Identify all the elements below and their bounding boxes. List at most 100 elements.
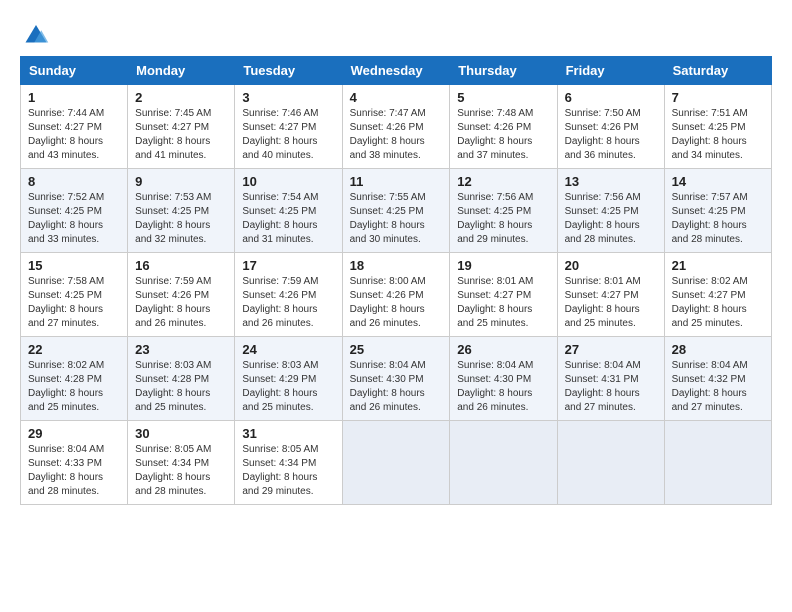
calendar-cell: [450, 421, 557, 505]
calendar-cell: 27 Sunrise: 8:04 AMSunset: 4:31 PMDayligh…: [557, 337, 664, 421]
day-number: 3: [242, 90, 334, 105]
day-detail: Sunrise: 8:05 AMSunset: 4:34 PMDaylight:…: [135, 444, 211, 497]
calendar-cell: 17 Sunrise: 7:59 AMSunset: 4:26 PMDayligh…: [235, 253, 342, 337]
calendar-week-4: 22 Sunrise: 8:02 AMSunset: 4:28 PMDayligh…: [21, 337, 772, 421]
logo: [20, 18, 50, 46]
day-detail: Sunrise: 8:04 AMSunset: 4:33 PMDaylight:…: [28, 444, 104, 497]
calendar-cell: 14 Sunrise: 7:57 AMSunset: 4:25 PMDayligh…: [664, 169, 771, 253]
calendar-cell: [664, 421, 771, 505]
calendar-cell: 16 Sunrise: 7:59 AMSunset: 4:26 PMDayligh…: [128, 253, 235, 337]
day-number: 26: [457, 342, 549, 357]
calendar-cell: [557, 421, 664, 505]
header-thursday: Thursday: [450, 57, 557, 85]
day-number: 9: [135, 174, 227, 189]
header-saturday: Saturday: [664, 57, 771, 85]
day-detail: Sunrise: 7:47 AMSunset: 4:26 PMDaylight:…: [350, 108, 426, 161]
calendar-cell: 2Sunrise: 7:45 AMSunset: 4:27 PMDaylight…: [128, 85, 235, 169]
calendar-cell: 13 Sunrise: 7:56 AMSunset: 4:25 PMDayligh…: [557, 169, 664, 253]
calendar-cell: 23 Sunrise: 8:03 AMSunset: 4:28 PMDayligh…: [128, 337, 235, 421]
calendar-cell: [342, 421, 450, 505]
calendar-cell: 11 Sunrise: 7:55 AMSunset: 4:25 PMDayligh…: [342, 169, 450, 253]
calendar-cell: 26 Sunrise: 8:04 AMSunset: 4:30 PMDayligh…: [450, 337, 557, 421]
day-number: 6: [565, 90, 657, 105]
calendar-cell: 8Sunrise: 7:52 AMSunset: 4:25 PMDaylight…: [21, 169, 128, 253]
logo-icon: [22, 18, 50, 46]
day-detail: Sunrise: 7:56 AMSunset: 4:25 PMDaylight:…: [565, 192, 641, 245]
day-detail: Sunrise: 8:02 AMSunset: 4:27 PMDaylight:…: [672, 276, 748, 329]
day-number: 21: [672, 258, 764, 273]
day-number: 7: [672, 90, 764, 105]
calendar-week-5: 29 Sunrise: 8:04 AMSunset: 4:33 PMDayligh…: [21, 421, 772, 505]
day-number: 30: [135, 426, 227, 441]
day-detail: Sunrise: 8:03 AMSunset: 4:29 PMDaylight:…: [242, 360, 318, 413]
day-number: 5: [457, 90, 549, 105]
day-number: 18: [350, 258, 443, 273]
calendar-week-3: 15 Sunrise: 7:58 AMSunset: 4:25 PMDayligh…: [21, 253, 772, 337]
calendar-week-2: 8Sunrise: 7:52 AMSunset: 4:25 PMDaylight…: [21, 169, 772, 253]
day-number: 23: [135, 342, 227, 357]
calendar-cell: 19 Sunrise: 8:01 AMSunset: 4:27 PMDayligh…: [450, 253, 557, 337]
day-number: 29: [28, 426, 120, 441]
calendar-cell: 5 Sunrise: 7:48 AMSunset: 4:26 PMDaylight…: [450, 85, 557, 169]
day-number: 10: [242, 174, 334, 189]
day-number: 12: [457, 174, 549, 189]
calendar-cell: 1Sunrise: 7:44 AMSunset: 4:27 PMDaylight…: [21, 85, 128, 169]
day-detail: Sunrise: 7:44 AMSunset: 4:27 PMDaylight:…: [28, 108, 104, 161]
day-number: 16: [135, 258, 227, 273]
day-number: 19: [457, 258, 549, 273]
day-number: 31: [242, 426, 334, 441]
day-detail: Sunrise: 7:54 AMSunset: 4:25 PMDaylight:…: [242, 192, 318, 245]
day-detail: Sunrise: 8:04 AMSunset: 4:31 PMDaylight:…: [565, 360, 641, 413]
day-detail: Sunrise: 8:04 AMSunset: 4:32 PMDaylight:…: [672, 360, 748, 413]
calendar-cell: 31Sunrise: 8:05 AMSunset: 4:34 PMDayligh…: [235, 421, 342, 505]
calendar-week-1: 1Sunrise: 7:44 AMSunset: 4:27 PMDaylight…: [21, 85, 772, 169]
header-tuesday: Tuesday: [235, 57, 342, 85]
header-friday: Friday: [557, 57, 664, 85]
day-number: 13: [565, 174, 657, 189]
calendar-cell: 28Sunrise: 8:04 AMSunset: 4:32 PMDayligh…: [664, 337, 771, 421]
day-number: 17: [242, 258, 334, 273]
calendar-cell: 9 Sunrise: 7:53 AMSunset: 4:25 PMDaylight…: [128, 169, 235, 253]
day-detail: Sunrise: 7:46 AMSunset: 4:27 PMDaylight:…: [242, 108, 318, 161]
day-detail: Sunrise: 7:55 AMSunset: 4:25 PMDaylight:…: [350, 192, 426, 245]
day-detail: Sunrise: 7:59 AMSunset: 4:26 PMDaylight:…: [242, 276, 318, 329]
calendar-cell: 18Sunrise: 8:00 AMSunset: 4:26 PMDayligh…: [342, 253, 450, 337]
calendar-cell: 24Sunrise: 8:03 AMSunset: 4:29 PMDayligh…: [235, 337, 342, 421]
calendar-cell: 6Sunrise: 7:50 AMSunset: 4:26 PMDaylight…: [557, 85, 664, 169]
day-number: 14: [672, 174, 764, 189]
day-number: 11: [350, 174, 443, 189]
day-number: 22: [28, 342, 120, 357]
calendar-cell: 29 Sunrise: 8:04 AMSunset: 4:33 PMDayligh…: [21, 421, 128, 505]
calendar-cell: 10 Sunrise: 7:54 AMSunset: 4:25 PMDayligh…: [235, 169, 342, 253]
day-detail: Sunrise: 7:58 AMSunset: 4:25 PMDaylight:…: [28, 276, 104, 329]
day-detail: Sunrise: 8:01 AMSunset: 4:27 PMDaylight:…: [565, 276, 641, 329]
calendar-cell: 7 Sunrise: 7:51 AMSunset: 4:25 PMDaylight…: [664, 85, 771, 169]
day-number: 4: [350, 90, 443, 105]
day-detail: Sunrise: 8:04 AMSunset: 4:30 PMDaylight:…: [350, 360, 426, 413]
calendar-cell: 21 Sunrise: 8:02 AMSunset: 4:27 PMDayligh…: [664, 253, 771, 337]
day-number: 27: [565, 342, 657, 357]
day-number: 25: [350, 342, 443, 357]
header-monday: Monday: [128, 57, 235, 85]
day-detail: Sunrise: 7:48 AMSunset: 4:26 PMDaylight:…: [457, 108, 533, 161]
day-detail: Sunrise: 7:57 AMSunset: 4:25 PMDaylight:…: [672, 192, 748, 245]
calendar-cell: 15 Sunrise: 7:58 AMSunset: 4:25 PMDayligh…: [21, 253, 128, 337]
calendar-cell: 4 Sunrise: 7:47 AMSunset: 4:26 PMDaylight…: [342, 85, 450, 169]
day-detail: Sunrise: 7:53 AMSunset: 4:25 PMDaylight:…: [135, 192, 211, 245]
header-wednesday: Wednesday: [342, 57, 450, 85]
calendar-cell: 12Sunrise: 7:56 AMSunset: 4:25 PMDayligh…: [450, 169, 557, 253]
calendar-cell: 20 Sunrise: 8:01 AMSunset: 4:27 PMDayligh…: [557, 253, 664, 337]
day-detail: Sunrise: 7:51 AMSunset: 4:25 PMDaylight:…: [672, 108, 748, 161]
day-number: 20: [565, 258, 657, 273]
day-detail: Sunrise: 8:03 AMSunset: 4:28 PMDaylight:…: [135, 360, 211, 413]
calendar-cell: 25 Sunrise: 8:04 AMSunset: 4:30 PMDayligh…: [342, 337, 450, 421]
day-detail: Sunrise: 7:59 AMSunset: 4:26 PMDaylight:…: [135, 276, 211, 329]
day-detail: Sunrise: 8:01 AMSunset: 4:27 PMDaylight:…: [457, 276, 533, 329]
day-number: 15: [28, 258, 120, 273]
calendar-cell: 30 Sunrise: 8:05 AMSunset: 4:34 PMDayligh…: [128, 421, 235, 505]
calendar-table: SundayMondayTuesdayWednesdayThursdayFrid…: [20, 56, 772, 505]
calendar-cell: 22 Sunrise: 8:02 AMSunset: 4:28 PMDayligh…: [21, 337, 128, 421]
day-detail: Sunrise: 8:04 AMSunset: 4:30 PMDaylight:…: [457, 360, 533, 413]
day-detail: Sunrise: 8:02 AMSunset: 4:28 PMDaylight:…: [28, 360, 104, 413]
day-detail: Sunrise: 7:52 AMSunset: 4:25 PMDaylight:…: [28, 192, 104, 245]
